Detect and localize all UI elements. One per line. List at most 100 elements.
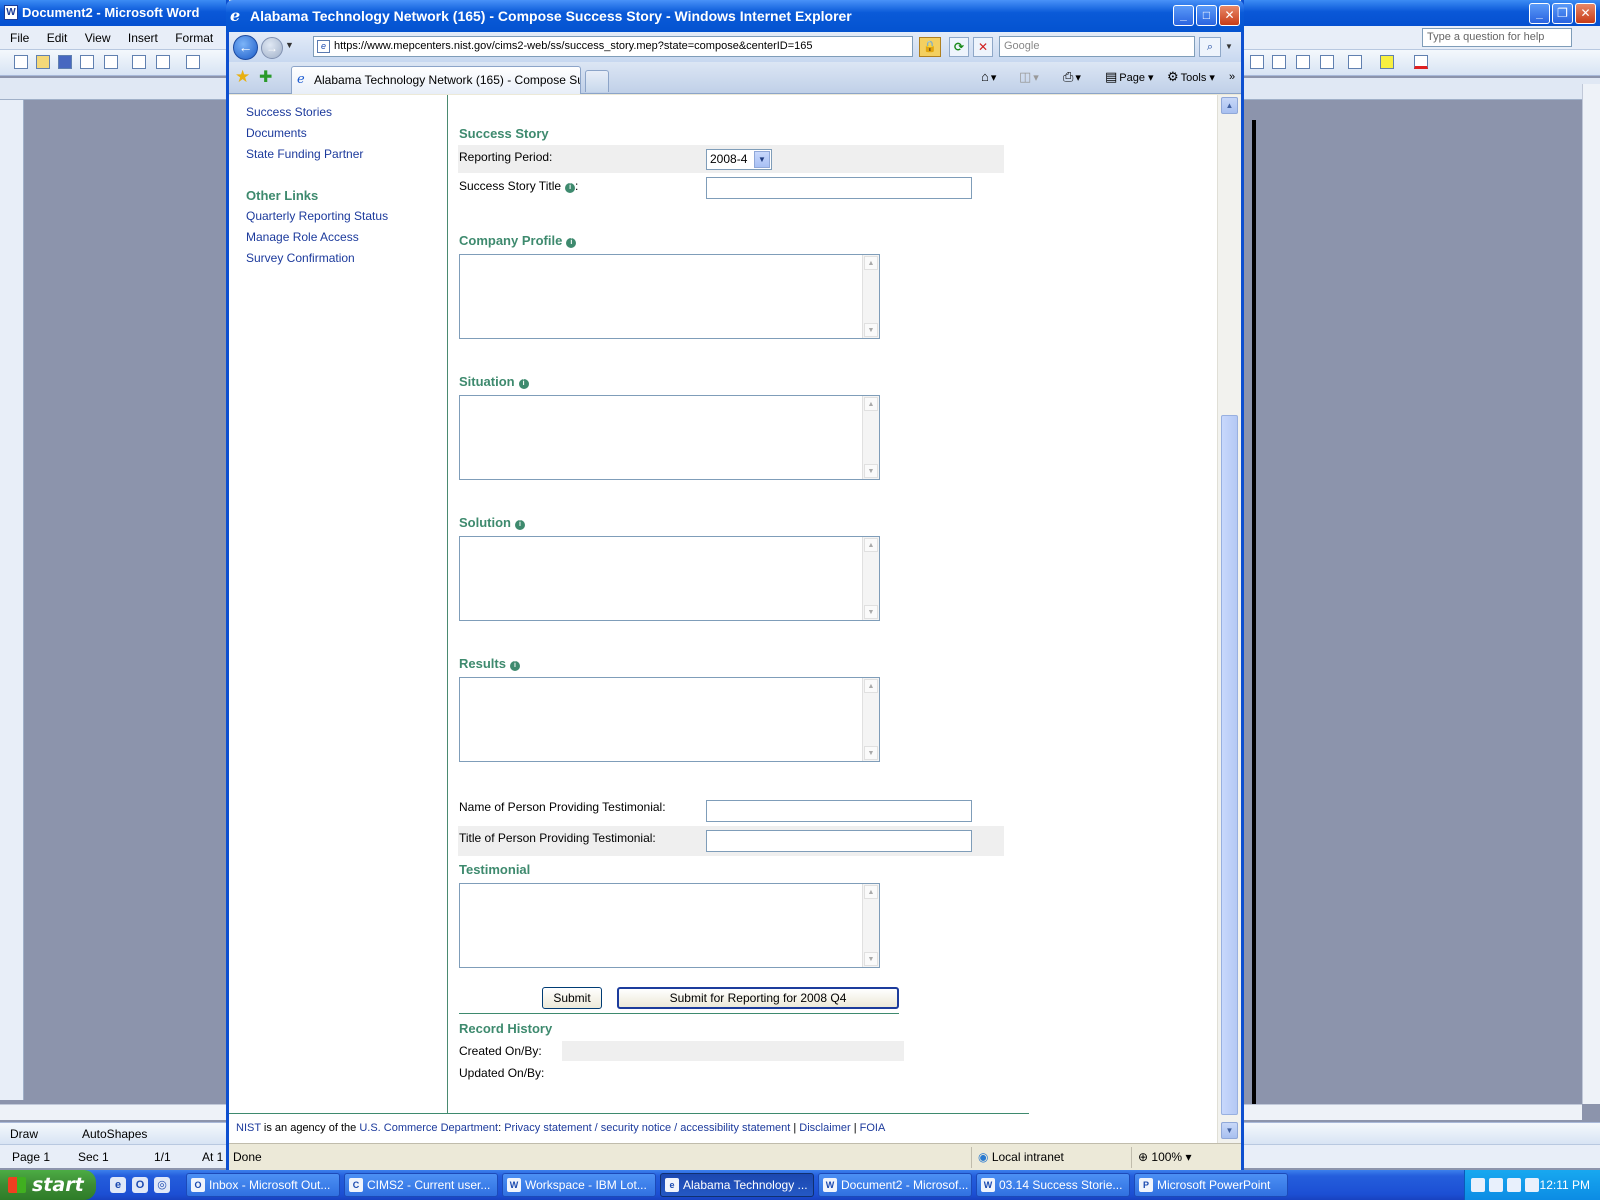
scroll-up-icon[interactable]: ▲ [864,256,878,270]
ie-maximize-button[interactable]: □ [1196,5,1217,26]
scroll-up-icon[interactable]: ▲ [864,885,878,899]
add-favorites-icon[interactable]: ✚ [259,67,272,87]
word-help-input[interactable]: Type a question for help [1422,28,1572,47]
start-button[interactable]: start [0,1170,96,1200]
print-preview-icon[interactable] [132,55,146,69]
bullets-icon[interactable] [1272,55,1286,69]
favorites-star-icon[interactable]: ★ [235,67,250,87]
recent-pages-dropdown-icon[interactable]: ▼ [285,40,294,50]
nav-link-survey-confirmation[interactable]: Survey Confirmation [246,251,355,265]
ie-vertical-scrollbar[interactable]: ▲ ▼ [1217,95,1241,1143]
scroll-up-icon[interactable]: ▲ [864,397,878,411]
scroll-up-icon[interactable]: ▲ [864,679,878,693]
back-arrow-icon[interactable]: ← [233,35,258,60]
disclaimer-link[interactable]: Disclaimer [799,1122,850,1134]
word-vertical-scrollbar[interactable] [1582,84,1600,1104]
results-textarea[interactable]: ▲ ▼ [459,677,880,762]
commerce-link[interactable]: U.S. Commerce Department [359,1122,498,1134]
info-icon[interactable]: i [515,520,525,530]
quicklaunch-ie-icon[interactable]: e [110,1177,126,1193]
textarea-scrollbar[interactable]: ▲ ▼ [862,884,879,967]
spelling-icon[interactable] [186,55,200,69]
task-success-stories-word[interactable]: W 03.14 Success Storie... [976,1173,1130,1197]
info-icon[interactable]: i [518,379,529,389]
url-input[interactable]: e https://www.mepcenters.nist.gov/cims2-… [313,36,913,57]
nav-link-manage-role-access[interactable]: Manage Role Access [246,230,359,244]
tab-active[interactable]: e Alabama Technology Network (165) - Com… [291,66,581,94]
scroll-thumb[interactable] [1221,415,1238,1115]
lock-icon[interactable]: 🔒 [919,37,941,57]
word-menu-file[interactable]: File [10,31,29,45]
page-menu[interactable]: ▤ Page ▾ [1105,69,1154,86]
quicklaunch-outlook-icon[interactable]: O [132,1177,148,1193]
testimonial-title-input[interactable] [706,830,972,852]
forward-arrow-icon[interactable]: → [261,37,283,59]
textarea-scrollbar[interactable]: ▲ ▼ [862,678,879,761]
feeds-icon[interactable]: ◫ ▾ [1019,69,1039,86]
task-inbox-outlook[interactable]: O Inbox - Microsoft Out... [186,1173,340,1197]
print-icon[interactable] [104,55,118,69]
search-options-dropdown-icon[interactable]: ▼ [1223,37,1235,57]
tray-security-icon[interactable] [1489,1178,1503,1192]
ie-minimize-button[interactable]: _ [1173,5,1194,26]
info-icon[interactable]: i [566,238,577,248]
info-icon[interactable]: i [565,183,576,193]
stop-icon[interactable]: ✕ [973,37,993,57]
more-commands-icon[interactable]: » [1229,69,1235,85]
wifi-icon[interactable] [1525,1178,1539,1192]
scroll-down-icon[interactable]: ▼ [864,605,878,619]
word-menu-insert[interactable]: Insert [128,31,158,45]
permission-icon[interactable] [80,55,94,69]
scroll-down-icon[interactable]: ▼ [1221,1122,1238,1139]
nav-link-success-stories[interactable]: Success Stories [246,105,332,119]
chevron-down-icon[interactable]: ▼ [754,151,770,168]
task-document2-word[interactable]: W Document2 - Microsof... [818,1173,972,1197]
word-close-button[interactable]: ✕ [1575,3,1596,24]
task-workspace-ibm[interactable]: W Workspace - IBM Lot... [502,1173,656,1197]
open-folder-icon[interactable] [36,55,50,69]
zoom-control[interactable]: ⊕ 100% ▾ [1131,1147,1237,1168]
foia-link[interactable]: FOIA [860,1122,886,1134]
tray-app-icon[interactable] [1507,1178,1521,1192]
submit-for-reporting-button[interactable]: Submit for Reporting for 2008 Q4 [617,987,899,1009]
research-icon[interactable] [156,55,170,69]
word-menu-edit[interactable]: Edit [47,31,68,45]
nav-link-state-funding-partner[interactable]: State Funding Partner [246,147,363,161]
font-color-icon[interactable] [1414,55,1428,69]
scroll-down-icon[interactable]: ▼ [864,952,878,966]
story-title-input[interactable] [706,177,972,199]
nist-link[interactable]: NIST [236,1122,261,1134]
align-icon[interactable] [1250,55,1264,69]
situation-textarea[interactable]: ▲ ▼ [459,395,880,480]
new-tab-button[interactable] [585,70,609,92]
task-cims2[interactable]: C CIMS2 - Current user... [344,1173,498,1197]
nav-link-documents[interactable]: Documents [246,126,307,140]
tools-menu[interactable]: ⚙ Tools ▾ [1167,69,1215,86]
highlight-icon[interactable] [1380,55,1394,69]
privacy-link[interactable]: Privacy statement / security notice / ac… [504,1122,790,1134]
ie-close-button[interactable]: ✕ [1219,5,1240,26]
autoshapes-menu[interactable]: AutoShapes [82,1123,147,1145]
outdent-icon[interactable] [1320,55,1334,69]
home-icon[interactable]: ⌂ ▾ [981,69,996,86]
scroll-down-icon[interactable]: ▼ [864,464,878,478]
textarea-scrollbar[interactable]: ▲ ▼ [862,396,879,479]
save-icon[interactable] [58,55,72,69]
word-minimize-button[interactable]: _ [1529,3,1550,24]
search-icon[interactable]: ⌕ [1199,37,1221,57]
reporting-period-select[interactable]: 2008-4 ▼ [706,149,772,170]
borders-icon[interactable] [1348,55,1362,69]
scroll-up-icon[interactable]: ▲ [864,538,878,552]
draw-menu[interactable]: Draw [10,1123,38,1145]
solution-textarea[interactable]: ▲ ▼ [459,536,880,621]
scroll-up-icon[interactable]: ▲ [1221,97,1238,114]
new-doc-icon[interactable] [14,55,28,69]
info-icon[interactable]: i [509,661,520,671]
company-profile-textarea[interactable]: ▲ ▼ [459,254,880,339]
indent-icon[interactable] [1296,55,1310,69]
tray-arrow-icon[interactable] [1471,1178,1485,1192]
word-menu-format[interactable]: Format [175,31,213,45]
task-powerpoint[interactable]: P Microsoft PowerPoint [1134,1173,1288,1197]
task-alabama-ie[interactable]: e Alabama Technology ... [660,1173,814,1197]
quicklaunch-app-icon[interactable]: ◎ [154,1177,170,1193]
